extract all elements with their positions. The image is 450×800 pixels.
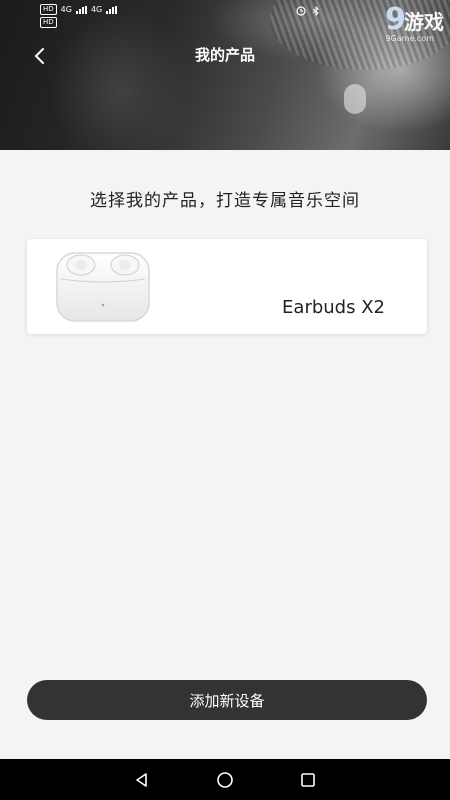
system-nav-bar <box>0 759 450 800</box>
signal-icon-2 <box>106 5 118 14</box>
header-banner: HD 4G 4G HD 9游戏 9Game.com 我的产品 <box>0 0 450 150</box>
watermark-text: 游戏 <box>404 10 444 34</box>
product-card[interactable]: Earbuds X2 <box>27 239 427 334</box>
watermark-url: 9Game.com <box>385 34 434 43</box>
page-title: 我的产品 <box>194 46 255 64</box>
status-bar: HD 4G 4G HD 9游戏 9Game.com <box>0 0 450 43</box>
circle-home-icon <box>217 771 233 788</box>
nav-back-button[interactable] <box>130 768 154 792</box>
watermark-number: 9 <box>385 2 406 37</box>
triangle-back-icon <box>135 772 147 787</box>
add-device-button[interactable]: 添加新设备 <box>27 680 427 720</box>
watermark-logo: 9游戏 9Game.com <box>385 2 444 43</box>
page-subtitle: 选择我的产品，打造专属音乐空间 <box>90 191 360 211</box>
sim2-badge: HD <box>40 17 57 28</box>
signal-icon <box>75 5 87 14</box>
header-photo-earbud <box>344 84 366 114</box>
alarm-icon <box>296 6 306 18</box>
sim1-network: 4G <box>60 5 72 14</box>
status-left: HD 4G 4G HD <box>40 4 118 28</box>
square-recents-icon <box>301 772 316 787</box>
sim1-badge: HD <box>40 4 57 15</box>
nav-home-button[interactable] <box>213 768 237 792</box>
bluetooth-icon <box>312 5 320 18</box>
sim2-network: 4G <box>90 5 103 14</box>
status-right <box>296 5 320 18</box>
product-name: Earbuds X2 <box>282 297 385 318</box>
earbuds-case-image <box>55 251 151 323</box>
nav-recents-button[interactable] <box>296 768 320 792</box>
